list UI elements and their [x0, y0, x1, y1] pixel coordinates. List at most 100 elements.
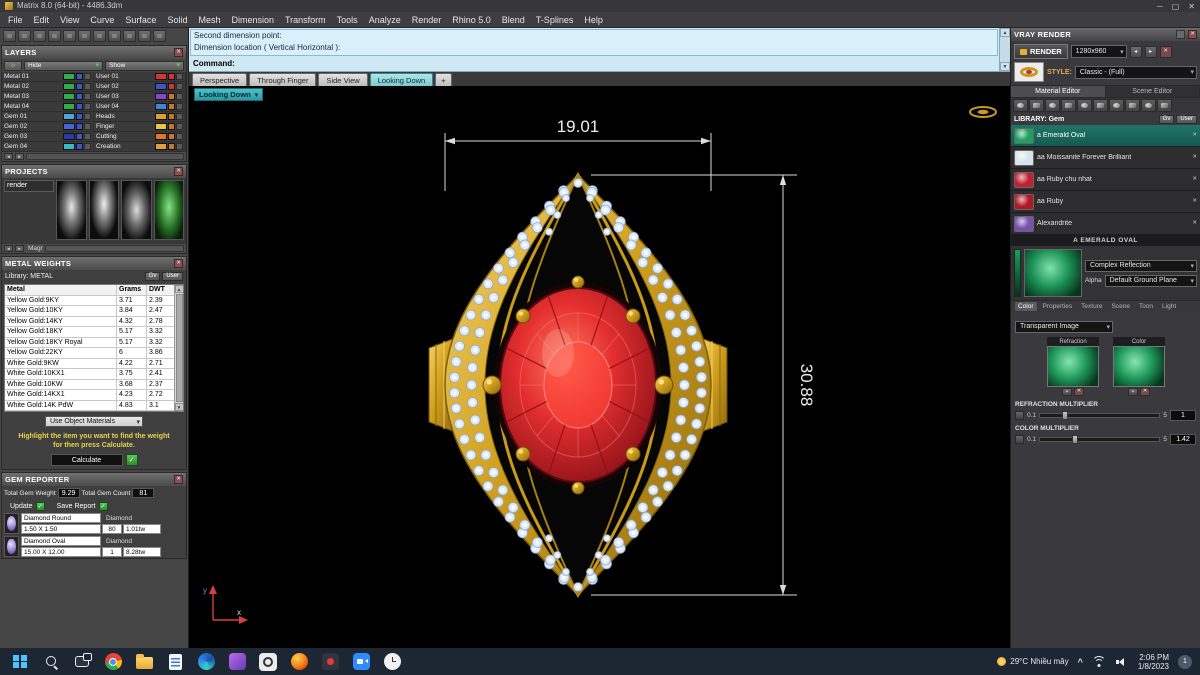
column-header[interactable]: DWT — [147, 285, 174, 295]
menu-item-file[interactable]: File — [8, 15, 23, 25]
scroll-down-icon[interactable] — [174, 403, 183, 411]
menu-item-blend[interactable]: Blend — [502, 15, 525, 25]
layer-row[interactable]: Gem 04 — [2, 142, 94, 152]
slider-track[interactable] — [1039, 435, 1161, 444]
user-button[interactable]: User — [1176, 114, 1197, 124]
layer-row[interactable]: Finger — [94, 122, 186, 132]
delete-material-icon[interactable] — [1192, 133, 1197, 139]
render-preview-thumbnail[interactable] — [1014, 62, 1044, 82]
color-swatch-image[interactable] — [1113, 346, 1165, 387]
layer-row[interactable]: Gem 03 — [2, 132, 94, 142]
table-row[interactable]: Yellow Gold:22KY 6 3.86 — [5, 348, 174, 359]
menu-item-analyze[interactable]: Analyze — [369, 15, 401, 25]
layer-lock-icon[interactable] — [176, 73, 183, 80]
menu-item-dimension[interactable]: Dimension — [231, 15, 274, 25]
wifi-icon[interactable] — [1092, 655, 1107, 668]
maximize-icon[interactable] — [1172, 2, 1180, 11]
layer-color-swatch[interactable] — [155, 83, 167, 90]
calculate-button[interactable]: Calculate — [50, 454, 123, 467]
layer-row[interactable]: Metal 02 — [2, 82, 94, 92]
tool-icon[interactable] — [3, 29, 16, 42]
remove-icon[interactable] — [1140, 388, 1150, 396]
subtab-toon[interactable]: Toon — [1136, 302, 1156, 311]
confirm-icon[interactable] — [125, 454, 138, 467]
layer-material-swatch[interactable] — [168, 73, 175, 80]
refraction-multiplier-value[interactable]: 1 — [1170, 410, 1196, 421]
tool-icon[interactable] — [1077, 99, 1092, 112]
scrollbar[interactable] — [26, 153, 184, 160]
clock-app[interactable] — [380, 650, 404, 674]
table-row[interactable]: Yellow Gold:18KY Royal 5.17 3.32 — [5, 337, 174, 348]
add-viewport-tab[interactable]: + — [435, 73, 452, 86]
resolution-dropdown[interactable]: 1280x960 — [1070, 45, 1127, 58]
render-button[interactable]: RENDER — [1014, 44, 1068, 59]
ground-plane-dropdown[interactable]: Default Ground Plane — [1104, 274, 1197, 287]
menu-item-solid[interactable]: Solid — [167, 15, 187, 25]
layer-material-swatch[interactable] — [76, 113, 83, 120]
tool-icon[interactable] — [1093, 99, 1108, 112]
delete-material-icon[interactable] — [1192, 221, 1197, 227]
tool-icon[interactable] — [1029, 99, 1044, 112]
layer-lock-icon[interactable] — [84, 83, 91, 90]
scroll-right-icon[interactable] — [15, 153, 24, 160]
tool-icon[interactable] — [48, 29, 61, 42]
tool-icon[interactable] — [1013, 99, 1028, 112]
table-row[interactable]: White Gold:10KW 3.68 2.37 — [5, 379, 174, 390]
subtab-texture[interactable]: Texture — [1078, 302, 1105, 311]
layer-material-swatch[interactable] — [168, 133, 175, 140]
prev-icon[interactable] — [1129, 45, 1142, 58]
menu-item-curve[interactable]: Curve — [90, 15, 114, 25]
layer-lock-icon[interactable] — [176, 113, 183, 120]
layer-row[interactable]: User 04 — [94, 102, 186, 112]
menu-item-rhino[interactable]: Rhino 5.0 — [452, 15, 491, 25]
clock[interactable]: 2:06 PM 1/8/2023 — [1138, 653, 1169, 671]
close-icon[interactable] — [174, 475, 183, 485]
project-thumbnail[interactable] — [88, 180, 119, 240]
subtab-properties[interactable]: Properties — [1040, 302, 1076, 311]
scroll-track[interactable] — [1000, 37, 1010, 62]
transparent-image-dropdown[interactable]: Transparent Image — [1015, 320, 1113, 333]
layer-color-swatch[interactable] — [63, 83, 75, 90]
material-item[interactable]: Alexandrite — [1011, 213, 1200, 235]
start-button[interactable] — [8, 650, 32, 674]
layer-color-swatch[interactable] — [155, 103, 167, 110]
project-thumbnail[interactable] — [56, 180, 87, 240]
column-header[interactable]: Grams — [117, 285, 147, 295]
layer-material-swatch[interactable] — [168, 143, 175, 150]
gv-button[interactable]: Gv — [144, 271, 161, 281]
notification-badge[interactable]: 1 — [1178, 654, 1192, 669]
layer-row[interactable]: User 03 — [94, 92, 186, 102]
scroll-up-icon[interactable] — [174, 285, 183, 293]
next-icon[interactable] — [1144, 45, 1157, 58]
scroll-up-icon[interactable] — [1000, 28, 1010, 37]
material-item[interactable]: aa Moissanite Forever Brilliant — [1011, 147, 1200, 169]
layer-material-swatch[interactable] — [76, 103, 83, 110]
layer-lock-icon[interactable] — [176, 83, 183, 90]
scroll-down-icon[interactable] — [1000, 62, 1010, 71]
tool-icon[interactable] — [63, 29, 76, 42]
layer-lock-icon[interactable] — [176, 123, 183, 130]
tool-icon[interactable] — [93, 29, 106, 42]
menu-item-render[interactable]: Render — [412, 15, 442, 25]
subtab-light[interactable]: Light — [1159, 302, 1179, 311]
gv-button[interactable]: Gv — [1158, 114, 1175, 124]
table-row[interactable]: White Gold:14KX1 4.23 2.72 — [5, 390, 174, 401]
lights-icon[interactable] — [4, 60, 22, 71]
tool-icon[interactable] — [1045, 99, 1060, 112]
command-scrollbar[interactable] — [999, 28, 1010, 71]
material-item[interactable]: aa Ruby — [1011, 191, 1200, 213]
layer-material-swatch[interactable] — [76, 133, 83, 140]
layer-material-swatch[interactable] — [168, 83, 175, 90]
color-multiplier-value[interactable]: 1.42 — [1170, 434, 1196, 445]
tool-icon[interactable] — [153, 29, 166, 42]
tool-icon[interactable] — [138, 29, 151, 42]
subtab-scene[interactable]: Scene — [1109, 302, 1133, 311]
close-icon[interactable] — [1188, 30, 1197, 39]
menu-item-edit[interactable]: Edit — [34, 15, 50, 25]
layer-color-swatch[interactable] — [155, 93, 167, 100]
remove-icon[interactable] — [1074, 388, 1084, 396]
minimize-icon[interactable] — [1157, 2, 1163, 11]
tool-icon[interactable] — [123, 29, 136, 42]
layer-row[interactable]: Heads — [94, 112, 186, 122]
layer-color-swatch[interactable] — [63, 93, 75, 100]
